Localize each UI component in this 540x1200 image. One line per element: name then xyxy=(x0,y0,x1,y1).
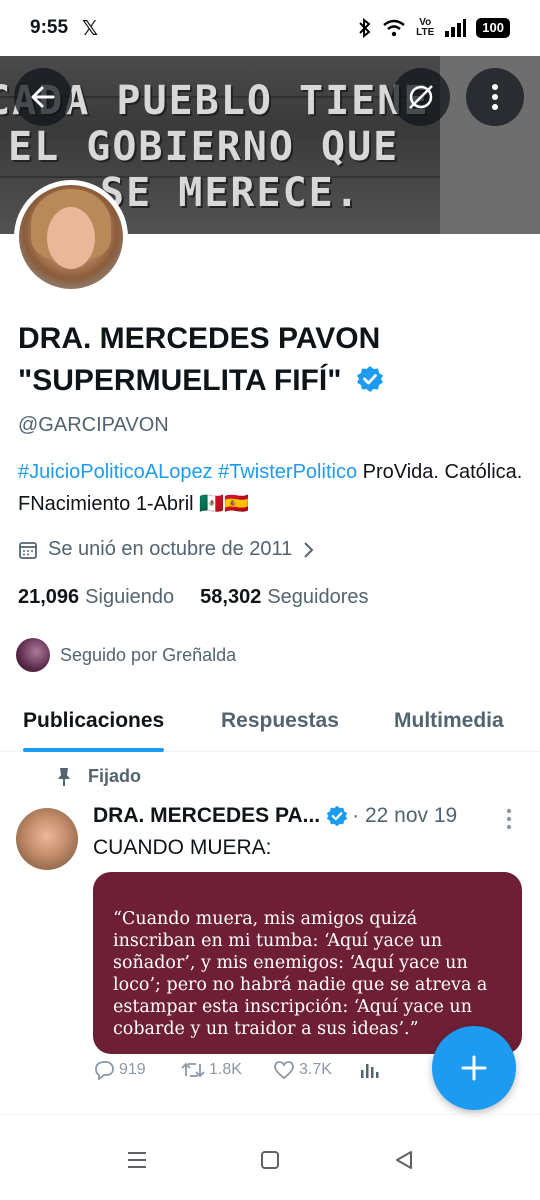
wifi-icon xyxy=(383,19,405,37)
compose-post-button[interactable] xyxy=(432,1026,516,1110)
tweet-date[interactable]: · 22 nov 19 xyxy=(352,804,457,828)
tweet-header: DRA. MERCEDES PA... · 22 nov 19 xyxy=(93,804,513,828)
tweet-text: CUANDO MUERA: xyxy=(93,836,272,859)
retweet-icon xyxy=(181,1062,205,1078)
heart-icon xyxy=(274,1061,294,1080)
verified-badge-icon xyxy=(356,366,383,392)
profile-name: DRA. MERCEDES PAVON "SUPERMUELITA FIFÍ" xyxy=(18,318,518,402)
retweet-count: 1.8K xyxy=(209,1061,242,1078)
like-button[interactable]: 3.7K xyxy=(273,1060,332,1080)
profile-handle: @GARCIPAVON xyxy=(18,414,169,436)
tab-publicaciones[interactable]: Publicaciones xyxy=(23,690,165,752)
retweet-button[interactable]: 1.8K xyxy=(181,1061,242,1079)
banner-line: SE MERECE. xyxy=(100,170,361,216)
home-button[interactable] xyxy=(260,1150,280,1175)
pinned-label: Fijado xyxy=(88,766,141,786)
back-nav-button[interactable] xyxy=(394,1150,414,1175)
tweet-avatar[interactable] xyxy=(16,808,78,870)
followers-link[interactable]: 58,302 Seguidores xyxy=(200,586,368,609)
hashtag-link[interactable]: #TwisterPolitico xyxy=(218,461,357,483)
tweet-more-button[interactable] xyxy=(504,808,514,830)
joined-text: Se unió en octubre de 2011 xyxy=(48,538,293,560)
like-count: 3.7K xyxy=(299,1061,332,1078)
chevron-right-icon xyxy=(304,541,314,558)
reply-count: 919 xyxy=(119,1061,146,1078)
pin-icon xyxy=(58,767,70,786)
more-options-button[interactable] xyxy=(466,68,524,126)
system-navigation-bar xyxy=(0,1130,540,1200)
tweet-author-name[interactable]: DRA. MERCEDES PA... xyxy=(93,804,320,828)
tab-multimedia[interactable]: Multimedia xyxy=(394,690,504,752)
home-square-icon xyxy=(261,1151,279,1169)
back-button[interactable] xyxy=(14,68,72,126)
hashtag-link[interactable]: #JuicioPoliticoALopez xyxy=(18,461,213,483)
more-vertical-icon xyxy=(506,808,512,830)
avatar-face xyxy=(47,207,95,269)
calendar-icon xyxy=(19,541,37,559)
more-vertical-icon xyxy=(492,84,498,110)
banner-line: EL GOBIERNO QUE xyxy=(8,124,400,170)
following-count: 21,096 xyxy=(18,586,80,608)
tab-respuestas[interactable]: Respuestas xyxy=(221,690,339,752)
views-button[interactable] xyxy=(359,1060,379,1080)
divider xyxy=(0,1114,540,1115)
follower-avatar xyxy=(16,638,50,672)
followed-by-text: Seguido por Greñalda xyxy=(60,644,237,665)
status-time: 9:55 xyxy=(30,17,69,38)
triangle-back-icon xyxy=(396,1151,412,1169)
grok-icon xyxy=(409,85,433,109)
status-bar: 9:55 𝕏 Vo LTE 100 xyxy=(0,0,540,56)
pinned-label-row: Fijado xyxy=(56,766,141,787)
profile-bio: #JuicioPoliticoALopez #TwisterPolitico P… xyxy=(18,456,528,520)
grok-button[interactable] xyxy=(392,68,450,126)
recent-apps-button[interactable] xyxy=(126,1150,148,1175)
reply-icon xyxy=(95,1061,114,1080)
analytics-icon xyxy=(361,1064,379,1078)
following-link[interactable]: 21,096 Siguiendo xyxy=(18,586,174,609)
following-label: Siguiendo xyxy=(85,586,175,608)
x-app-icon: 𝕏 xyxy=(82,17,99,40)
followers-label: Seguidores xyxy=(267,586,369,608)
bluetooth-icon xyxy=(359,18,371,38)
reply-button[interactable]: 919 xyxy=(93,1060,146,1080)
battery-indicator: 100 xyxy=(476,18,510,38)
follow-stats: 21,096 Siguiendo 58,302 Seguidores xyxy=(18,586,369,609)
tweet-image-quote[interactable]: “Cuando muera, mis amigos quizá inscriba… xyxy=(93,872,522,1054)
profile-tabs: Publicaciones Respuestas Multimedia xyxy=(0,690,540,752)
arrow-left-icon xyxy=(31,86,55,108)
profile-name-text: DRA. MERCEDES PAVON "SUPERMUELITA FIFÍ" xyxy=(18,322,381,397)
menu-icon xyxy=(128,1152,146,1168)
followed-by-row[interactable]: Seguido por Greñalda xyxy=(16,638,236,672)
joined-date-row[interactable]: Se unió en octubre de 2011 xyxy=(18,538,314,561)
followers-count: 58,302 xyxy=(200,586,262,608)
plus-icon xyxy=(461,1055,487,1081)
avatar-image xyxy=(19,185,123,289)
volte-indicator: Vo LTE xyxy=(416,18,434,38)
signal-icon xyxy=(445,19,467,37)
profile-avatar[interactable] xyxy=(14,180,128,294)
verified-badge-icon xyxy=(326,805,348,827)
volte-bottom: LTE xyxy=(416,27,435,38)
